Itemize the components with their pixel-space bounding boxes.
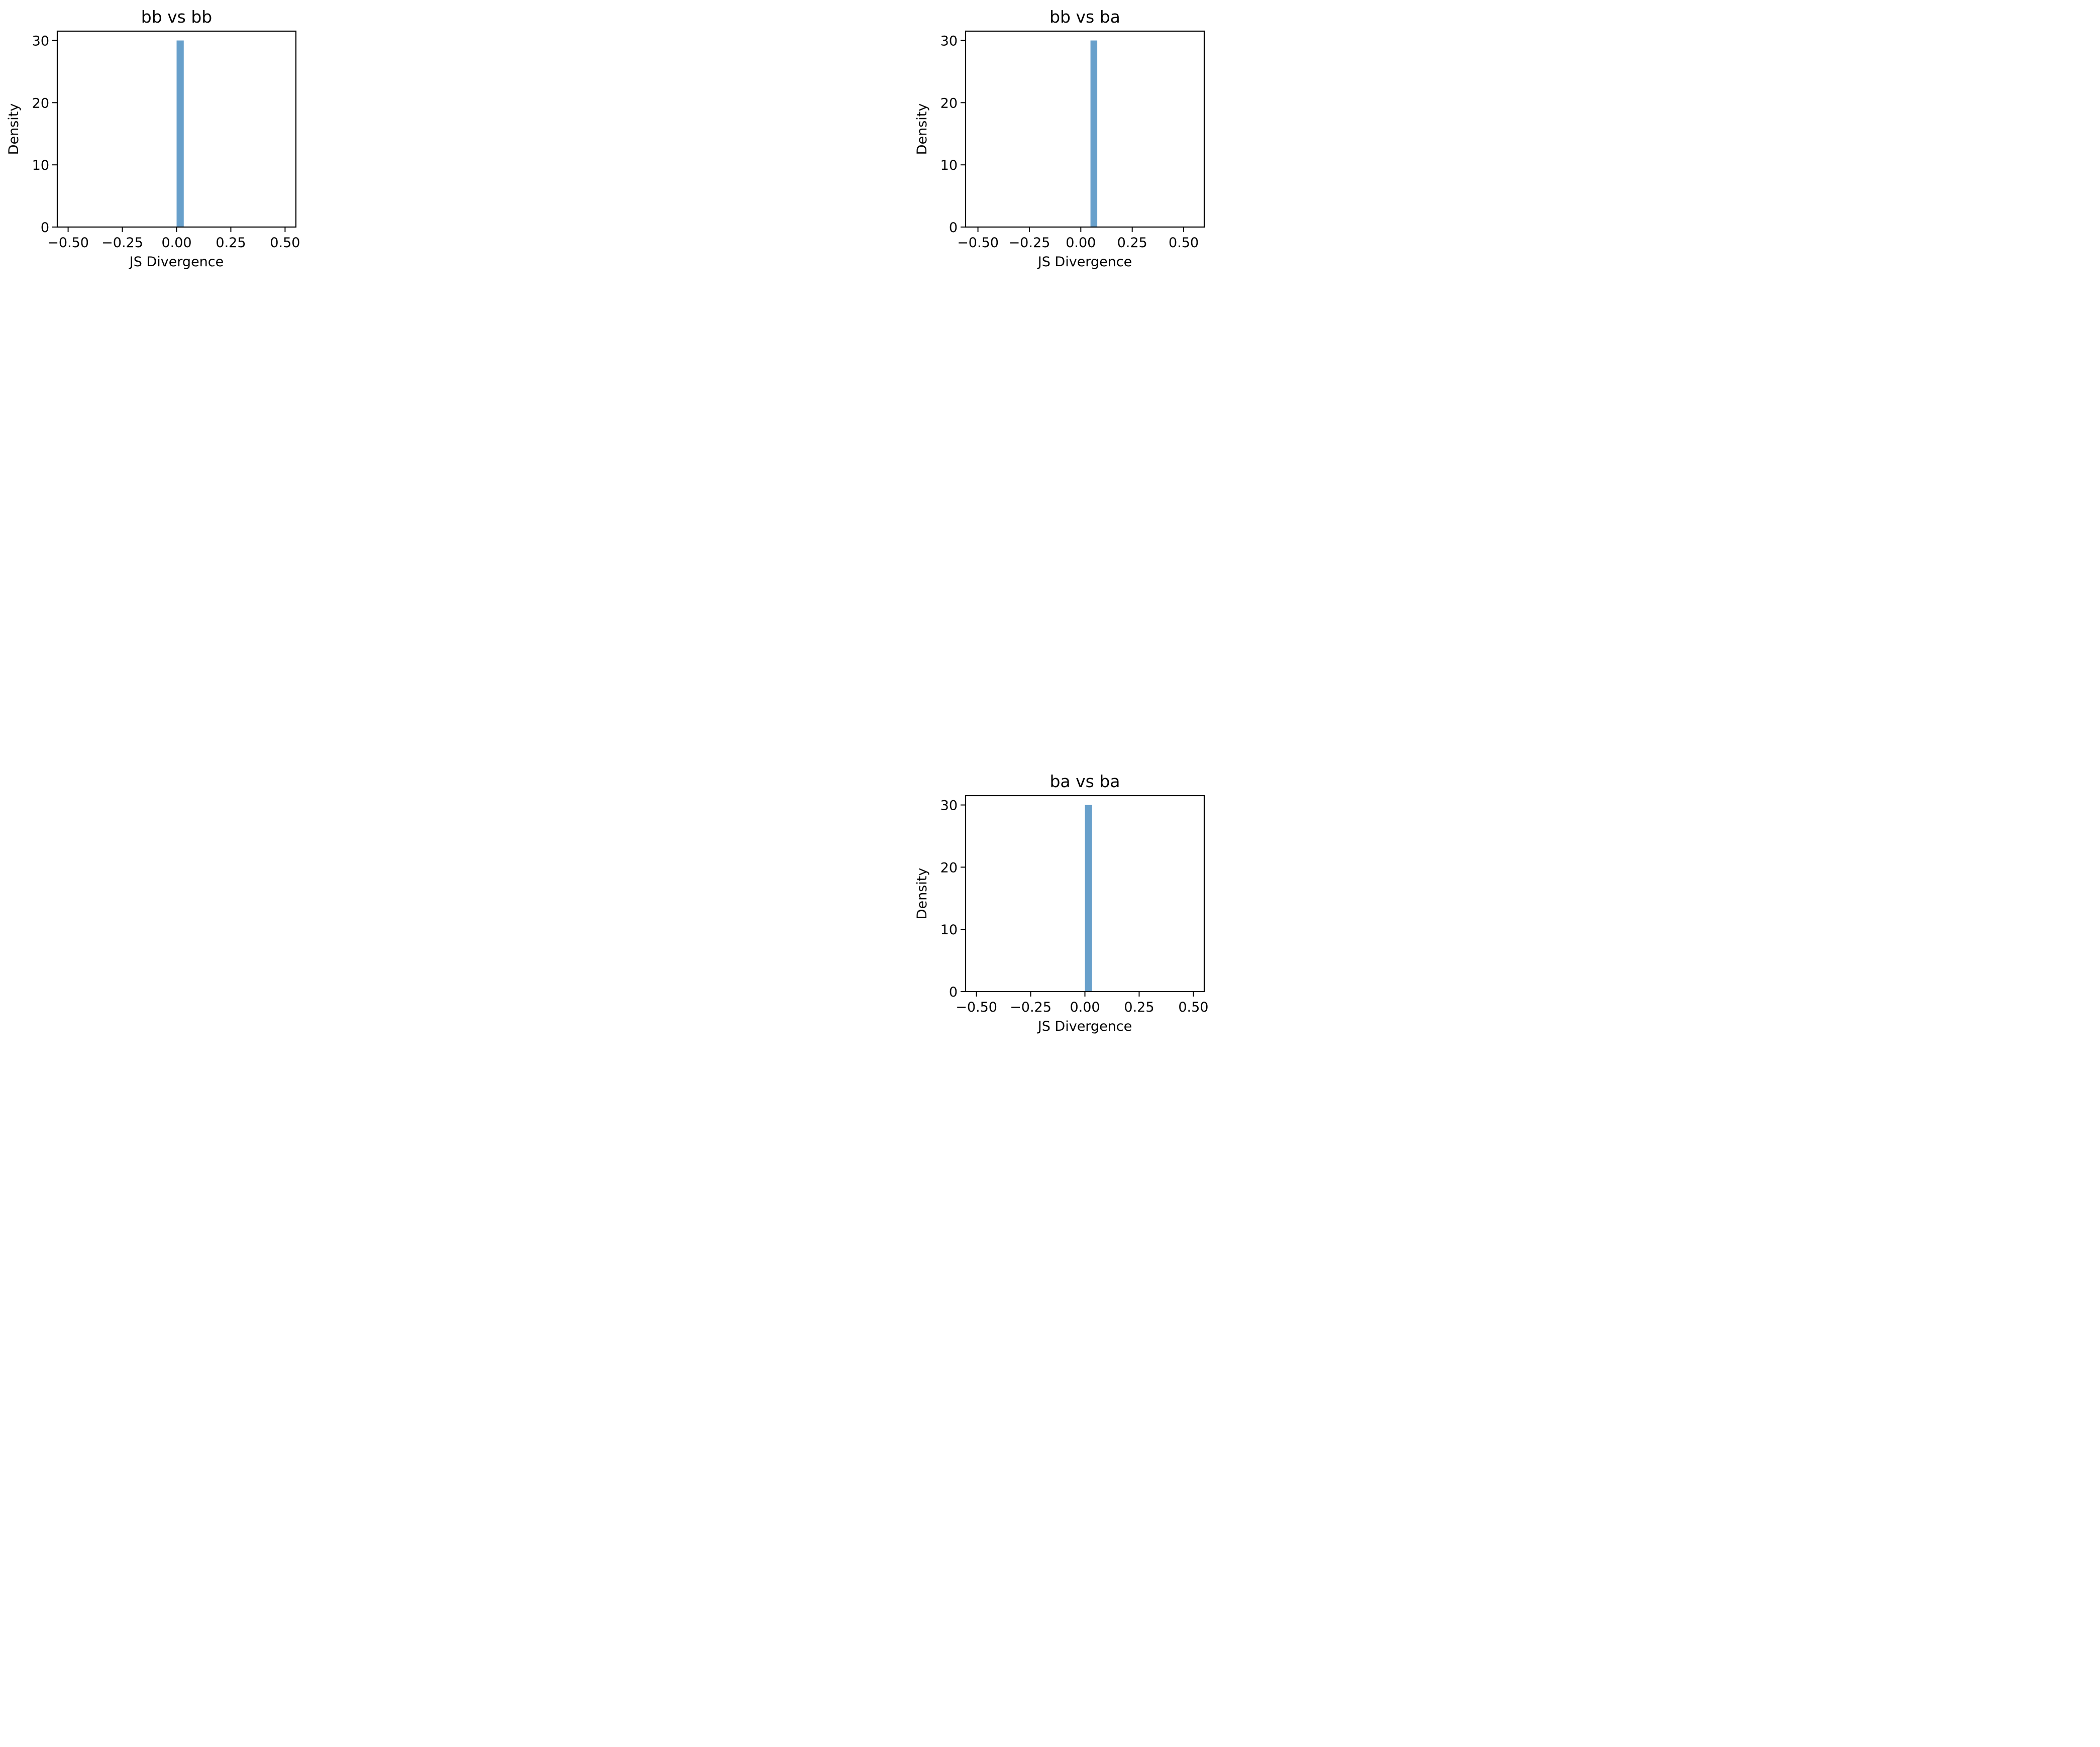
- histogram-bar: [1090, 40, 1098, 228]
- y-tick-label: 10: [32, 158, 49, 173]
- y-axis-label: Density: [914, 868, 930, 920]
- x-tick-label: 0.00: [1070, 1000, 1100, 1015]
- y-tick-label: 10: [940, 922, 958, 938]
- x-tick-label: 0.25: [1117, 235, 1147, 251]
- chart-panel-1: −0.50 −0.25 0.00 0.25 0.50 0 10 20 30 bb vs bb JS …: [6, 7, 300, 270]
- x-tick-label: −0.25: [1009, 235, 1051, 251]
- x-tick-label: 0.50: [270, 235, 300, 251]
- y-axis-label: Density: [914, 103, 930, 155]
- y-tick-label: 30: [940, 34, 958, 49]
- chart-title: bb vs ba: [1049, 7, 1120, 27]
- x-axis-label: JS Divergence: [129, 254, 224, 270]
- x-axis-label: JS Divergence: [1037, 1019, 1132, 1034]
- y-tick-label: 0: [41, 220, 49, 236]
- x-tick-label: 0.50: [1169, 235, 1199, 251]
- x-tick-label: 0.25: [216, 235, 246, 251]
- x-tick-label: 0.25: [1124, 1000, 1154, 1015]
- histogram-bar: [1085, 805, 1092, 992]
- x-tick-label: −0.25: [1010, 1000, 1052, 1015]
- chart-title: ba vs ba: [1049, 772, 1120, 791]
- figure: −0.50 −0.25 0.00 0.25 0.50 0 10 20 30 bb vs bb JS …: [6, 7, 1208, 1034]
- y-tick-label: 30: [32, 34, 49, 49]
- y-axis-label: Density: [6, 103, 22, 155]
- x-tick-label: −0.50: [957, 235, 999, 251]
- chart-panel-2: −0.50 −0.25 0.00 0.25 0.50 0 10 20 30 bb vs ba JS …: [914, 7, 1205, 270]
- x-axis-label: JS Divergence: [1037, 254, 1132, 270]
- y-tick-label: 20: [940, 95, 958, 111]
- y-tick-label: 0: [949, 220, 958, 236]
- chart-panel-3: −0.50 −0.25 0.00 0.25 0.50 0 10 20 30 ba vs ba JS …: [914, 772, 1208, 1034]
- y-tick-label: 10: [940, 158, 958, 173]
- x-tick-label: 0.00: [161, 235, 191, 251]
- y-tick-label: 30: [940, 798, 958, 814]
- x-tick-label: −0.50: [956, 1000, 997, 1015]
- histogram-bar: [176, 40, 184, 228]
- y-tick-label: 20: [32, 95, 49, 111]
- x-tick-label: −0.25: [101, 235, 143, 251]
- chart-title: bb vs bb: [141, 7, 213, 27]
- x-tick-label: 0.50: [1178, 1000, 1208, 1015]
- axes-frame: [965, 30, 1205, 228]
- x-tick-label: 0.00: [1066, 235, 1096, 251]
- x-tick-label: −0.50: [47, 235, 89, 251]
- y-tick-label: 0: [949, 985, 958, 1000]
- y-tick-label: 20: [940, 860, 958, 876]
